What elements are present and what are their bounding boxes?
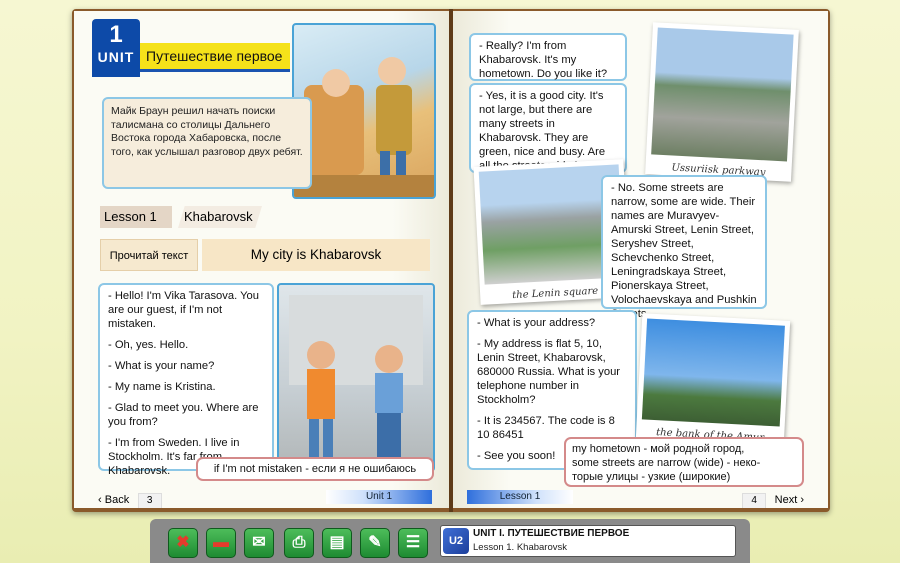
photo-image — [641, 318, 785, 427]
book: 1 UNIT Путешествие первое Майк Браун реш… — [72, 9, 830, 512]
photo-bank-of-amur: the bank of the Amur — [635, 313, 791, 447]
page-number-right: 4 — [742, 493, 767, 508]
back-label: Back — [104, 494, 130, 506]
dialog-line: - What is your address? — [477, 317, 596, 329]
lesson-tag: Lesson 1 — [467, 490, 573, 504]
left-page-navigation: ‹ Back 3 — [94, 490, 162, 508]
lesson-header: Lesson 1 Khabarovsk — [100, 206, 262, 228]
girls-drawing — [289, 295, 423, 459]
photo-ussuriisk-parkway: Ussuriisk parkway — [645, 22, 799, 182]
unit-label: UNIT — [97, 49, 135, 65]
info-subtitle: Lesson 1. Khabarovsk — [473, 542, 568, 553]
left-page: 1 UNIT Путешествие первое Майк Браун реш… — [74, 11, 449, 508]
dictionary-icon[interactable]: ✎ — [360, 528, 390, 558]
dialog-box-r1: - Really? I'm from Khabarovsk. It's my h… — [469, 33, 627, 81]
dialog-line: - My name is Kristina. — [108, 381, 216, 393]
next-label: Next — [774, 494, 798, 506]
dialog-line: - My address is flat 5, 10, Lenin Street… — [477, 338, 621, 406]
lesson-info-panel: U2 UNIT I. ПУТЕШЕСТВИЕ ПЕРВОЕ Lesson 1. … — [440, 525, 736, 557]
right-page-navigation: 4 Next › — [742, 490, 808, 508]
unit-badge: 1 UNIT — [92, 19, 140, 77]
unit-tag: Unit 1 — [326, 490, 432, 504]
back-button[interactable]: ‹ Back — [94, 494, 133, 506]
girls-illustration — [277, 283, 435, 472]
bottom-toolbar: ✖ ▬ ✉ ⎙ ▤ ✎ ☰ U2 UNIT I. ПУТЕШЕСТВИЕ ПЕР… — [150, 519, 750, 563]
read-text-instruction: Прочитай текст — [100, 239, 198, 271]
gloss-line: торые улицы - узкие (широкие) — [572, 471, 731, 483]
book-icon[interactable]: ▤ — [322, 528, 352, 558]
chat-icon[interactable]: ✉ — [244, 528, 274, 558]
vocabulary-note-right: my hometown - мой родной город, some str… — [564, 437, 804, 487]
travelers-illustration — [292, 23, 436, 199]
lesson-name: Khabarovsk — [178, 206, 262, 228]
gloss-line: my hometown - мой родной город, — [572, 443, 745, 455]
lesson-number: Lesson 1 — [100, 206, 172, 228]
notes-icon[interactable]: ☰ — [398, 528, 428, 558]
page-number-left: 3 — [137, 493, 162, 508]
info-title: UNIT I. ПУТЕШЕСТВИЕ ПЕРВОЕ — [473, 528, 630, 539]
right-page: - Really? I'm from Khabarovsk. It's my h… — [453, 11, 828, 508]
dialog-line: - Oh, yes. Hello. — [108, 339, 189, 351]
print-icon[interactable]: ⎙ — [284, 528, 314, 558]
vocabulary-note-left: if I'm not mistaken - если я не ошибаюсь — [196, 457, 434, 481]
dialog-box-left: - Hello! I'm Vika Tarasova. You are our … — [98, 283, 274, 477]
dialog-line: - Glad to meet you. Where are you from? — [108, 402, 259, 428]
dialog-box-r3: - No. Some streets are narrow, some are … — [601, 175, 767, 320]
next-button[interactable]: Next › — [771, 494, 808, 506]
minus-icon[interactable]: ▬ — [206, 528, 236, 558]
close-icon[interactable]: ✖ — [168, 528, 198, 558]
dialog-line: - What is your name? — [108, 360, 215, 372]
unit-number: 1 — [109, 21, 123, 48]
dialog-line: - Hello! I'm Vika Tarasova. You are our … — [108, 290, 259, 330]
photo-image — [651, 27, 794, 162]
travelers-drawing — [294, 57, 434, 197]
intro-text: Майк Браун решил начать поиски талисмана… — [102, 97, 312, 189]
text-title: My city is Khabarovsk — [202, 239, 430, 271]
unit-icon: U2 — [443, 528, 469, 554]
unit-title: Путешествие первое — [140, 43, 290, 72]
gloss-line: some streets are narrow (wide) - неко- — [572, 457, 761, 469]
